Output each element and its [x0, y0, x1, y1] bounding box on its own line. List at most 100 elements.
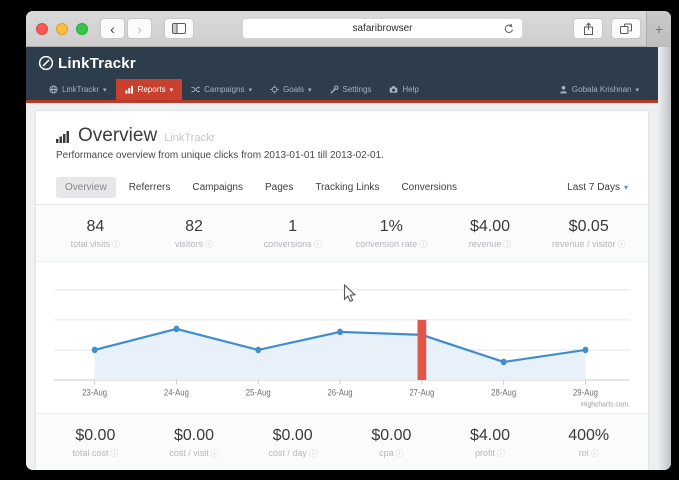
stat-label: total visitsⓘ: [46, 239, 145, 250]
stat-label-text: visitors: [175, 239, 203, 249]
traffic-lights: [36, 23, 88, 35]
info-icon[interactable]: ⓘ: [396, 449, 404, 458]
svg-text:27-Aug: 27-Aug: [409, 387, 434, 398]
stats-row-top: 84 total visitsⓘ 82 visitorsⓘ 1 conversi…: [36, 205, 648, 262]
info-icon[interactable]: ⓘ: [110, 449, 118, 458]
stat-label: conversionsⓘ: [243, 239, 342, 250]
info-icon[interactable]: ⓘ: [419, 240, 427, 249]
info-icon[interactable]: ⓘ: [314, 240, 322, 249]
stat-label-text: conversion rate: [356, 239, 418, 249]
share-icon: [582, 22, 595, 36]
info-icon[interactable]: ⓘ: [497, 449, 505, 458]
stat-value: 82: [145, 218, 244, 236]
stat-value: $4.00: [441, 218, 540, 236]
stat-label: cpaⓘ: [342, 448, 441, 459]
stat-label: total costⓘ: [46, 448, 145, 459]
menu-item-help[interactable]: Help: [380, 79, 427, 100]
stat-cost-per-visit: $0.00 cost / visitⓘ: [145, 427, 244, 459]
menu-item-label: Help: [402, 85, 418, 94]
overview-card: Overview LinkTrackr Performance overview…: [35, 110, 649, 470]
wrench-icon: [330, 85, 339, 94]
stat-visitors: 82 visitorsⓘ: [145, 218, 244, 250]
tabs-icon: [619, 22, 633, 35]
stat-label: cost / visitⓘ: [145, 448, 244, 459]
share-button[interactable]: [573, 18, 603, 39]
tab-tracking-links[interactable]: Tracking Links: [306, 177, 388, 198]
brand-text: LinkTrackr: [58, 55, 136, 72]
browser-back-button[interactable]: ‹: [100, 18, 125, 39]
svg-text:Highcharts.com: Highcharts.com: [581, 399, 628, 409]
new-tab-button[interactable]: +: [646, 11, 671, 47]
info-icon[interactable]: ⓘ: [211, 449, 219, 458]
info-icon[interactable]: ⓘ: [503, 240, 511, 249]
stat-label-text: total cost: [72, 448, 108, 458]
tab-campaigns[interactable]: Campaigns: [183, 177, 252, 198]
safari-window: ‹ › safaribrowser: [26, 11, 671, 470]
stat-total-visits: 84 total visitsⓘ: [46, 218, 145, 250]
menu-item-linktrackr[interactable]: LinkTrackr ▾: [40, 79, 116, 100]
menu-item-label: Campaigns: [204, 85, 244, 94]
browser-forward-button[interactable]: ›: [127, 18, 152, 39]
overview-chart[interactable]: 23-Aug24-Aug25-Aug26-Aug27-Aug28-Aug29-A…: [36, 262, 648, 413]
page-title: Overview: [78, 125, 157, 147]
stats-row-bottom: $0.00 total costⓘ $0.00 cost / visitⓘ $0…: [36, 413, 648, 470]
stat-label-text: revenue / visitor: [552, 239, 616, 249]
stat-cost-per-day: $0.00 cost / dayⓘ: [243, 427, 342, 459]
info-icon[interactable]: ⓘ: [112, 240, 120, 249]
menu-item-settings[interactable]: Settings: [321, 79, 381, 100]
close-window-button[interactable]: [36, 23, 48, 35]
page-title-suffix: LinkTrackr: [164, 132, 215, 144]
menu-item-goals[interactable]: Goals ▾: [261, 79, 320, 100]
stat-label: cost / dayⓘ: [243, 448, 342, 459]
stat-value: $0.05: [539, 218, 638, 236]
minimize-window-button[interactable]: [56, 23, 68, 35]
zoom-window-button[interactable]: [76, 23, 88, 35]
refresh-icon[interactable]: [503, 23, 515, 35]
stat-label-text: roi: [579, 448, 589, 458]
svg-text:28-Aug: 28-Aug: [491, 387, 516, 398]
info-icon[interactable]: ⓘ: [309, 449, 317, 458]
stat-label-text: cpa: [379, 448, 394, 458]
info-icon[interactable]: ⓘ: [205, 240, 213, 249]
caret-down-icon: ▾: [624, 183, 628, 192]
page-body: Overview LinkTrackr Performance overview…: [26, 103, 658, 470]
caret-down-icon: ▾: [635, 86, 639, 94]
svg-text:26-Aug: 26-Aug: [328, 387, 353, 398]
stat-label: conversion rateⓘ: [342, 239, 441, 250]
web-page: LinkTrackr LinkTrackr ▾: [26, 47, 658, 470]
camera-icon: [389, 85, 398, 94]
svg-text:25-Aug: 25-Aug: [246, 387, 271, 398]
tab-conversions[interactable]: Conversions: [392, 177, 466, 198]
scrollbar-gutter: [658, 47, 671, 470]
tab-overview[interactable]: Overview: [56, 177, 116, 198]
sidebar-icon: [172, 23, 186, 34]
browser-titlebar: ‹ › safaribrowser: [26, 11, 671, 47]
stat-label-text: profit: [475, 448, 495, 458]
menu-item-label: Settings: [343, 85, 372, 94]
user-menu[interactable]: Gobala Krishnan ▾: [550, 79, 648, 100]
info-icon[interactable]: ⓘ: [591, 449, 599, 458]
sidebar-toggle-button[interactable]: [164, 18, 194, 39]
forward-chevron-icon: ›: [137, 22, 142, 36]
app-navbar: LinkTrackr: [26, 47, 658, 79]
stat-label-text: total visits: [71, 239, 111, 249]
stat-total-cost: $0.00 total costⓘ: [46, 427, 145, 459]
menu-item-campaigns[interactable]: Campaigns ▾: [182, 79, 261, 100]
linktrackr-brand[interactable]: LinkTrackr: [38, 55, 136, 72]
info-icon[interactable]: ⓘ: [617, 240, 625, 249]
stat-label-text: cost / day: [268, 448, 307, 458]
target-icon: [270, 85, 279, 94]
tab-referrers[interactable]: Referrers: [120, 177, 180, 198]
stat-label: visitorsⓘ: [145, 239, 244, 250]
show-tabs-button[interactable]: [611, 18, 641, 39]
menu-item-reports[interactable]: Reports ▾: [116, 79, 183, 100]
tab-pages[interactable]: Pages: [256, 177, 302, 198]
address-bar[interactable]: safaribrowser: [242, 18, 523, 39]
caret-down-icon: ▾: [103, 86, 107, 94]
stat-label-text: cost / visit: [169, 448, 209, 458]
back-chevron-icon: ‹: [110, 22, 115, 36]
stat-label: roiⓘ: [539, 448, 638, 459]
stat-value: $0.00: [342, 427, 441, 445]
date-range-selector[interactable]: Last 7 Days ▾: [567, 182, 628, 193]
overview-chart-canvas[interactable]: 23-Aug24-Aug25-Aug26-Aug27-Aug28-Aug29-A…: [50, 270, 634, 413]
